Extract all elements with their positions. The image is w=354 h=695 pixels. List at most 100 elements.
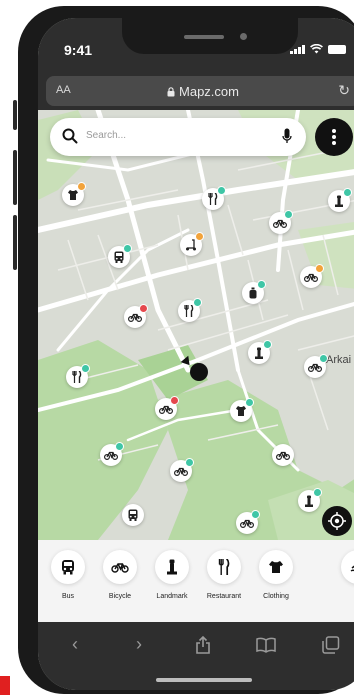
more-options-button[interactable] — [315, 118, 353, 156]
bicycle-icon — [304, 273, 318, 282]
status-dot-available — [185, 458, 194, 467]
status-dot-available — [115, 442, 124, 451]
category-landmark[interactable]: Landmark — [142, 550, 202, 600]
address-bar[interactable]: AA Mapz.com ↻ — [46, 76, 354, 106]
status-dot-available — [257, 280, 266, 289]
battery-icon — [328, 45, 346, 54]
home-indicator[interactable] — [156, 678, 252, 682]
map-view[interactable]: Arkai — [38, 110, 354, 540]
landmark-icon — [255, 347, 263, 359]
poi-marker-restaurant[interactable] — [178, 298, 202, 322]
forward-icon[interactable]: › — [136, 634, 142, 655]
poi-marker-bicycle[interactable] — [100, 442, 124, 466]
bicycle-icon — [276, 451, 290, 460]
more-dot — [332, 141, 336, 145]
category-pool[interactable]: Po — [328, 550, 354, 600]
status-dot-available — [319, 354, 328, 363]
poi-marker-scooter[interactable] — [180, 232, 204, 256]
poi-marker-landmark[interactable] — [328, 188, 352, 212]
volume-down-button — [13, 215, 17, 270]
tabs-icon[interactable] — [322, 636, 340, 654]
bicycle-icon — [174, 467, 188, 476]
poi-marker-bus[interactable] — [122, 504, 144, 526]
status-icons — [290, 44, 346, 54]
category-pool-button[interactable] — [341, 550, 354, 584]
silent-switch — [13, 100, 17, 130]
poi-marker-bicycle[interactable] — [300, 264, 324, 288]
clothing-icon — [269, 561, 283, 573]
poi-marker-clothing[interactable] — [62, 182, 86, 206]
scooter-icon — [186, 239, 196, 251]
poi-marker-bicycle[interactable] — [304, 354, 328, 378]
status-time: 9:41 — [64, 42, 93, 58]
category-landmark-button[interactable] — [155, 550, 189, 584]
status-dot-available — [343, 188, 352, 197]
poi-marker-landmark[interactable] — [298, 488, 322, 512]
url-display[interactable]: Mapz.com — [46, 84, 354, 99]
category-clothing[interactable]: Clothing — [246, 550, 306, 600]
status-dot-busy — [195, 232, 204, 241]
status-dot-available — [313, 488, 322, 497]
back-icon[interactable]: ‹ — [72, 634, 78, 655]
status-dot-busy — [315, 264, 324, 273]
poi-marker-bicycle[interactable] — [170, 458, 194, 482]
category-label: Clothing — [263, 593, 289, 600]
landmark-icon — [335, 195, 343, 207]
front-camera — [240, 33, 247, 40]
place-label: Arkai — [326, 354, 352, 366]
search-icon — [62, 128, 78, 144]
search-bar[interactable]: Search... — [50, 118, 306, 156]
perfume-icon — [249, 287, 257, 299]
speaker-grill — [184, 35, 224, 39]
status-dot-available — [245, 398, 254, 407]
category-label: Bicycle — [108, 593, 132, 600]
search-input[interactable]: Search... — [86, 130, 126, 141]
category-bicycle-button[interactable] — [103, 550, 137, 584]
landmark-icon — [167, 559, 177, 575]
poi-marker-clothing[interactable] — [230, 398, 254, 422]
corner-marker — [0, 676, 10, 695]
microphone-icon[interactable] — [282, 128, 292, 144]
poi-marker-bus[interactable] — [108, 244, 132, 268]
poi-marker-restaurant[interactable] — [202, 186, 226, 210]
lock-icon — [167, 87, 175, 97]
locate-me-button[interactable] — [322, 506, 352, 536]
poi-marker-bicycle[interactable] — [272, 444, 294, 466]
url-text: Mapz.com — [179, 84, 239, 99]
poi-marker-restaurant[interactable] — [66, 364, 90, 388]
notch — [122, 18, 298, 54]
bicycle-icon — [308, 363, 322, 372]
poi-marker-bicycle[interactable] — [236, 510, 260, 534]
category-bus-button[interactable] — [51, 550, 85, 584]
volume-up-button — [13, 150, 17, 205]
status-dot-available — [123, 244, 132, 253]
bookmarks-icon[interactable] — [256, 637, 276, 653]
clothing-icon — [68, 190, 78, 200]
bicycle-icon — [111, 563, 129, 573]
category-label: Po — [328, 593, 354, 600]
category-bus[interactable]: Bus — [38, 550, 98, 600]
category-restaurant-button[interactable] — [207, 550, 241, 584]
bicycle-icon — [128, 313, 142, 322]
poi-marker-clothing[interactable] — [242, 280, 266, 304]
restaurant-icon — [208, 193, 218, 205]
category-bicycle[interactable]: Bicycle — [90, 550, 150, 600]
category-restaurant[interactable]: Restaurant — [194, 550, 254, 600]
status-dot-available — [81, 364, 90, 373]
share-icon[interactable] — [195, 636, 211, 654]
bicycle-icon — [104, 451, 118, 460]
poi-marker-bicycle[interactable] — [124, 304, 148, 328]
poi-marker-bicycle[interactable] — [155, 396, 179, 420]
status-dot-busy — [77, 182, 86, 191]
category-clothing-button[interactable] — [259, 550, 293, 584]
category-bar: Bus Bicycle Landmark Restaurant Clothing — [38, 540, 354, 622]
poi-marker-landmark[interactable] — [248, 340, 272, 364]
status-dot-available — [217, 186, 226, 195]
bus-icon — [62, 560, 74, 575]
current-location-marker — [190, 363, 208, 381]
poi-marker-bicycle[interactable] — [269, 210, 293, 234]
status-dot-closed — [139, 304, 148, 313]
reload-icon[interactable]: ↻ — [338, 82, 350, 99]
map-canvas — [38, 110, 354, 540]
status-dot-available — [284, 210, 293, 219]
